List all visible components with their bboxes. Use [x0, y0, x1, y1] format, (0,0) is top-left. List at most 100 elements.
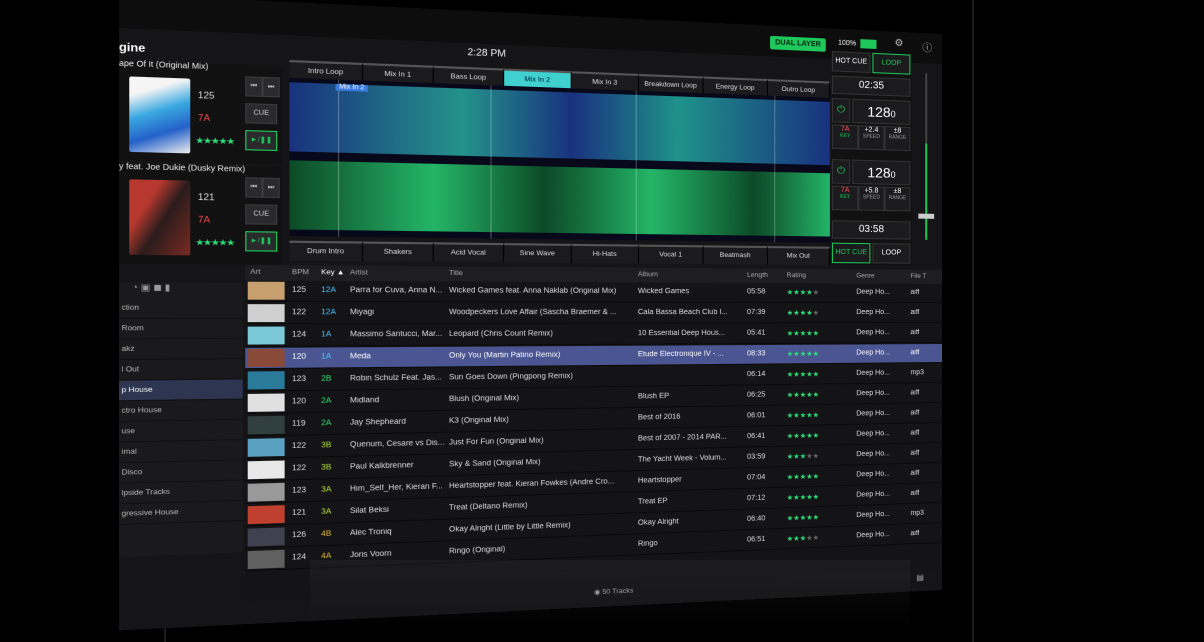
- cell-key: 2A: [321, 397, 332, 406]
- hot-cue-button-bottom[interactable]: HOT CUE: [831, 242, 871, 264]
- table-row[interactable]: 124 1A Massimo Santucci, Mar... Leopard (Ch…: [245, 324, 942, 347]
- sidebar-item[interactable]: l Out: [118, 359, 243, 381]
- sidebar-item[interactable]: Room: [118, 318, 243, 340]
- col-artist[interactable]: Artist: [350, 269, 368, 277]
- grid-view-icon[interactable]: ▤: [916, 573, 923, 582]
- col-length[interactable]: Length: [747, 272, 768, 279]
- track-art: [247, 415, 285, 435]
- col-genre[interactable]: Genre: [856, 272, 874, 279]
- deck-1-range-box[interactable]: ±8 RANGE: [884, 126, 911, 152]
- star-icon[interactable]: ★: [813, 289, 819, 296]
- status-bar: [118, 0, 942, 64]
- star-icon[interactable]: ★: [813, 473, 819, 480]
- cell-artist: Miyagi: [349, 308, 375, 317]
- sidebar-item[interactable]: use: [118, 419, 243, 443]
- cell-rating[interactable]: ★★★★★: [787, 411, 819, 420]
- deck-2-next-icon[interactable]: ⏭: [262, 177, 280, 199]
- pad-vocal-1[interactable]: Vocal 1: [638, 244, 704, 265]
- pad-mix-out[interactable]: Mix Out: [767, 246, 830, 266]
- cell-rating[interactable]: ★★★★★: [787, 350, 819, 358]
- pad-beatmash[interactable]: Beatmash: [703, 245, 768, 265]
- sidebar-item-deep-house[interactable]: p House: [118, 379, 243, 402]
- pad-acid-vocal[interactable]: Acid Vocal: [433, 242, 504, 263]
- cell-rating[interactable]: ★★★★★: [787, 370, 819, 379]
- cell-rating[interactable]: ★★★★★: [787, 472, 819, 481]
- star-icon[interactable]: ★: [813, 310, 819, 317]
- hot-cue-button-top[interactable]: HOT CUE: [831, 51, 871, 74]
- col-album[interactable]: Album: [638, 271, 658, 278]
- cell-key: 3A: [321, 508, 332, 517]
- cell-genre: Deep Ho...: [856, 530, 890, 540]
- pad-sine-wave[interactable]: Sine Wave: [503, 243, 572, 263]
- cell-title: Sky & Sand (Original Mix): [448, 458, 541, 469]
- cell-genre: Deep Ho...: [856, 389, 890, 398]
- cell-album: Heartstopper: [637, 476, 682, 485]
- star-icon[interactable]: ★: [813, 494, 819, 501]
- sync-icon-deck-2[interactable]: ⏻: [831, 159, 851, 184]
- deck-1-play-button[interactable]: ►/❚❚: [245, 130, 278, 152]
- dual-layer-button[interactable]: DUAL LAYER: [770, 35, 826, 52]
- cell-title: Only You (Martin Patino Remix): [448, 351, 561, 360]
- deck-2-bpm-display: 1280: [852, 159, 911, 186]
- sidebar-item[interactable]: imal: [118, 440, 243, 464]
- track-art: [247, 460, 285, 480]
- star-icon[interactable]: ★: [813, 514, 819, 521]
- col-bpm[interactable]: BPM: [292, 269, 309, 277]
- pad-drum-intro[interactable]: Drum Intro: [289, 240, 363, 262]
- cell-rating[interactable]: ★★★★★: [787, 391, 819, 400]
- crossfader-knob[interactable]: [918, 213, 935, 219]
- loop-button-top[interactable]: LOOP: [872, 52, 911, 75]
- star-icon[interactable]: ★: [813, 535, 819, 542]
- col-title[interactable]: Title: [449, 270, 463, 278]
- pad-hi-hats[interactable]: Hi-Hats: [571, 243, 639, 264]
- table-row[interactable]: 122 12A Miyagi Woodpeckers Love Affair (Sas…: [245, 303, 942, 325]
- cell-rating[interactable]: ★★★★★: [787, 493, 819, 502]
- cell-artist: Silat Beksi: [349, 506, 389, 516]
- star-icon[interactable]: ★: [813, 392, 819, 399]
- star-icon[interactable]: ★: [813, 351, 819, 358]
- gear-icon[interactable]: ⚙: [894, 38, 903, 50]
- table-row[interactable]: 125 12A Parra for Cuva, Anna N... Wicked Ga…: [245, 280, 942, 303]
- star-icon[interactable]: ★: [813, 330, 819, 337]
- deck-1-cue-button[interactable]: CUE: [245, 103, 278, 125]
- loop-button-bottom[interactable]: LOOP: [872, 243, 911, 264]
- cell-rating[interactable]: ★★★★★: [787, 288, 819, 296]
- cell-file-type: aiff: [910, 489, 920, 498]
- cell-rating[interactable]: ★★★★★: [787, 534, 819, 543]
- deck-2-range-box[interactable]: ±8 RANGE: [884, 186, 911, 212]
- col-rating[interactable]: Rating: [787, 272, 806, 279]
- col-key[interactable]: Key ▲: [321, 269, 344, 277]
- cell-rating[interactable]: ★★★★★: [787, 309, 819, 317]
- crossfader[interactable]: [918, 73, 935, 240]
- col-file-type[interactable]: File T: [910, 273, 926, 280]
- deck-1-next-icon[interactable]: ⏭: [262, 76, 280, 98]
- deck-2-cue-button[interactable]: CUE: [245, 204, 278, 225]
- time-remaining-deck-2: 03:58: [831, 220, 911, 240]
- sidebar-item[interactable]: gressive House: [118, 500, 243, 526]
- sidebar-item[interactable]: ction: [118, 298, 243, 319]
- cell-length: 05:41: [747, 329, 766, 337]
- deck-1-key-box[interactable]: 7A KEY: [831, 124, 859, 150]
- cell-genre: Deep Ho...: [856, 409, 890, 418]
- star-icon[interactable]: ★: [813, 453, 819, 460]
- waveform-display[interactable]: Mix In 2: [289, 77, 830, 243]
- pad-shakers[interactable]: Shakers: [362, 241, 434, 262]
- library-sidebar: ◔ ▣ ◼ ▮ ction Room akz l Out p House ctr…: [118, 282, 243, 558]
- deck-2-key-box[interactable]: 7A KEY: [831, 185, 859, 211]
- cell-rating[interactable]: ★★★★★: [787, 513, 819, 522]
- deck-2-prev-icon[interactable]: ⏮: [245, 177, 263, 198]
- deck-1-prev-icon[interactable]: ⏮: [245, 76, 263, 97]
- info-icon[interactable]: ⓘ: [922, 39, 932, 54]
- cell-rating[interactable]: ★★★★★: [787, 432, 819, 441]
- star-icon[interactable]: ★: [813, 371, 819, 378]
- cell-rating[interactable]: ★★★★★: [787, 329, 819, 337]
- col-art[interactable]: Art: [250, 268, 260, 276]
- sidebar-item[interactable]: akz: [118, 338, 243, 361]
- deck-2-play-button[interactable]: ►/❚❚: [245, 231, 278, 252]
- deck-1-rating: ★★★★★: [195, 135, 234, 147]
- star-icon[interactable]: ★: [813, 412, 819, 419]
- star-icon[interactable]: ★: [813, 433, 819, 440]
- sync-icon[interactable]: ⏻: [831, 97, 851, 123]
- cell-rating[interactable]: ★★★★★: [787, 452, 819, 461]
- sidebar-item[interactable]: ctro House: [118, 399, 243, 422]
